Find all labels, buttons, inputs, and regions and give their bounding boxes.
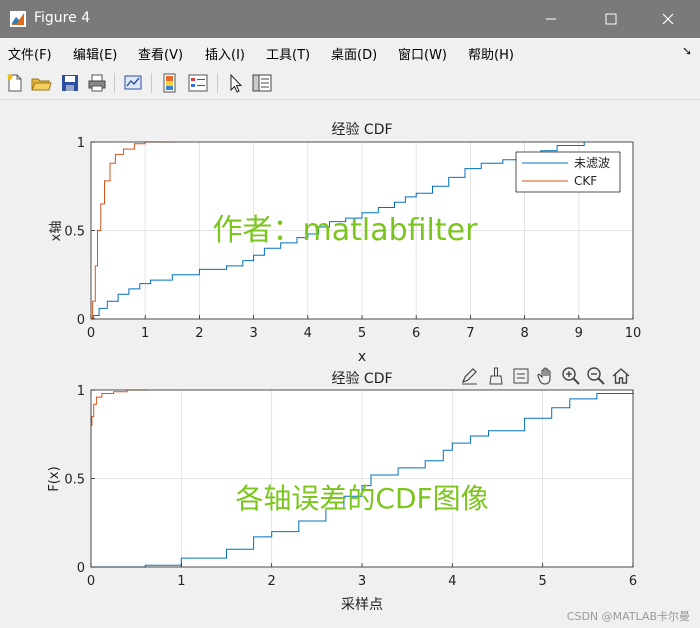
x-tick-label: 2 xyxy=(195,326,203,341)
close-icon xyxy=(662,13,674,25)
x-tick-label: 3 xyxy=(358,574,366,589)
y-tick-label: 1 xyxy=(77,384,85,399)
csdn-watermark: CSDN @MATLAB卡尔曼 xyxy=(567,610,690,623)
x-tick-label: 3 xyxy=(249,326,257,341)
x-tick-label: 5 xyxy=(358,326,366,341)
y-tick-label: 1 xyxy=(77,136,85,151)
save-icon[interactable] xyxy=(59,72,81,94)
maximize-icon xyxy=(605,13,617,25)
x-tick-label: 7 xyxy=(466,326,474,341)
window-title-bar: Figure 4 xyxy=(0,0,700,38)
link-plot-icon[interactable] xyxy=(122,72,144,94)
insert-legend-icon[interactable] xyxy=(187,72,209,94)
menu-insert[interactable]: 插入(I) xyxy=(205,44,245,63)
y-tick-label: 0.5 xyxy=(64,225,85,240)
x-tick-label: 1 xyxy=(141,326,149,341)
x-tick-label: 10 xyxy=(625,326,642,341)
window-title: Figure 4 xyxy=(34,10,91,26)
open-file-icon[interactable] xyxy=(30,72,52,94)
insert-colorbar-icon[interactable] xyxy=(159,72,181,94)
print-icon[interactable] xyxy=(86,72,108,94)
close-button[interactable] xyxy=(645,0,691,38)
x-tick-label: 2 xyxy=(268,574,276,589)
y-tick-label: 0 xyxy=(77,313,85,328)
dock-arrow-icon[interactable]: ➘ xyxy=(682,44,692,58)
axes-bottom-annotation: 各轴误差的CDF图像 xyxy=(235,482,488,515)
minimize-button[interactable] xyxy=(528,0,574,38)
menu-help[interactable]: 帮助(H) xyxy=(468,44,514,63)
figure-toolbar xyxy=(0,67,700,100)
axes-bottom-ylabel: F(x) xyxy=(47,466,62,491)
x-tick-label: 8 xyxy=(520,326,528,341)
x-tick-label: 1 xyxy=(177,574,185,589)
menu-file[interactable]: 文件(F) xyxy=(8,44,52,63)
legend[interactable]: 未滤波 CKF xyxy=(515,151,621,193)
menu-bar: 文件(F) 编辑(E) 查看(V) 插入(I) 工具(T) 桌面(D) 窗口(W… xyxy=(0,38,700,66)
zoom-in-icon[interactable] xyxy=(561,366,581,386)
axes-top-title: 经验 CDF xyxy=(331,122,392,138)
x-tick-label: 6 xyxy=(629,574,637,589)
axes-top-ylabel: x轴 xyxy=(49,221,64,242)
menu-window[interactable]: 窗口(W) xyxy=(398,44,447,63)
x-tick-label: 0 xyxy=(87,574,95,589)
maximize-button[interactable] xyxy=(588,0,634,38)
toolbar-separator xyxy=(217,73,218,93)
toolbar-separator xyxy=(114,73,115,93)
axes-top-xlabel: x xyxy=(358,349,366,365)
home-restore-icon[interactable] xyxy=(611,366,631,386)
x-tick-label: 5 xyxy=(539,574,547,589)
data-tips-icon[interactable] xyxy=(511,366,531,386)
menu-desktop[interactable]: 桌面(D) xyxy=(331,44,377,63)
select-pointer-icon[interactable] xyxy=(225,72,247,94)
data-brush-icon[interactable] xyxy=(486,366,506,386)
menu-view[interactable]: 查看(V) xyxy=(138,44,183,63)
figure-canvas: 0 1 2 3 4 5 6 7 8 9 1000.51 经验 CDF x x轴 作者：matlabf… xyxy=(0,100,700,628)
y-tick-label: 0.5 xyxy=(64,473,85,488)
axes-bottom-title: 经验 CDF xyxy=(331,371,392,387)
property-inspector-icon[interactable] xyxy=(251,72,273,94)
matlab-logo-icon xyxy=(10,11,26,27)
x-tick-label: 4 xyxy=(448,574,456,589)
y-tick-label: 0 xyxy=(77,561,85,576)
new-figure-icon[interactable] xyxy=(4,72,26,94)
minimize-icon xyxy=(546,18,556,20)
menu-tools[interactable]: 工具(T) xyxy=(266,44,310,63)
x-tick-label: 9 xyxy=(575,326,583,341)
legend-label-unfiltered: 未滤波 xyxy=(574,156,610,170)
toolbar-separator xyxy=(151,73,152,93)
menu-edit[interactable]: 编辑(E) xyxy=(73,44,117,63)
axes-bottom-xlabel: 采样点 xyxy=(341,597,383,613)
legend-label-ckf: CKF xyxy=(574,174,597,188)
pan-hand-icon[interactable] xyxy=(536,366,556,386)
x-tick-label: 6 xyxy=(412,326,420,341)
axes-top-annotation: 作者：matlabfilter xyxy=(213,213,479,248)
x-tick-label: 4 xyxy=(304,326,312,341)
x-tick-label: 0 xyxy=(87,326,95,341)
zoom-out-icon[interactable] xyxy=(586,366,606,386)
brush-edit-icon[interactable] xyxy=(460,366,480,386)
